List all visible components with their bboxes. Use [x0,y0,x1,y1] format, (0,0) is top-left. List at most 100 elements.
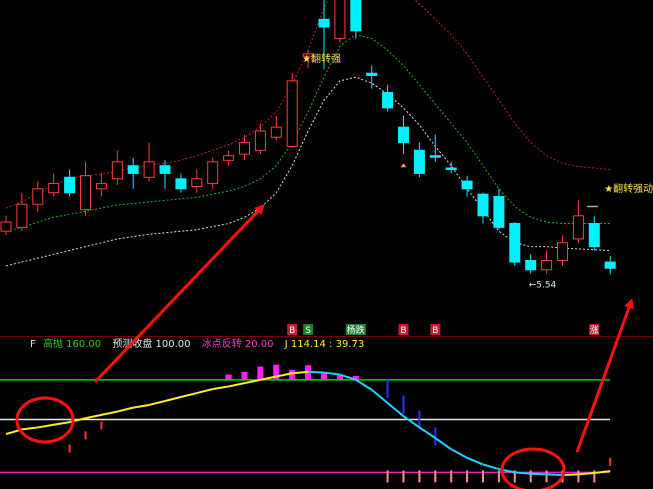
j-line-segment [562,473,579,477]
indicator-bar [418,470,421,483]
indicator-bar [386,379,389,398]
candle-up [0,221,12,232]
candle-up [191,178,203,188]
reversal-strong-move-label: ★翻转强动 [604,182,653,195]
indicator-bar [577,470,580,483]
j-line-segment [466,456,484,466]
candle-down [159,165,171,174]
candle-up [48,182,60,194]
indicator-bar [497,470,500,483]
indicator-bar [434,427,437,446]
candle-down [127,165,139,174]
candle-down [366,72,378,77]
indicator-bar [241,371,248,380]
indicator-bar [609,457,612,466]
candle-down [318,18,330,28]
indicator-bar [529,470,532,483]
j-line-segment [53,421,70,426]
j-line-segment [386,402,405,417]
candle-down [350,0,362,32]
freezing-reversal-value: 20.00 [244,339,274,350]
candle-down [429,155,441,158]
candle-up [16,203,28,228]
candle-up [557,242,568,262]
candle-up [239,142,250,155]
candle-down [445,167,457,171]
header-item-freezing-reversal: 冰点反转 20.00 [202,339,281,350]
candle-down [525,260,537,271]
indicator-bar [289,369,296,380]
j-line-segment [546,473,563,477]
j-line-segment [371,388,389,404]
j-line-segment [133,403,150,409]
candle-down [382,91,394,109]
j-line-segment [402,415,420,429]
indicator-bar [386,470,389,483]
j-line-segment [355,378,373,391]
candle-down [588,223,600,248]
indicator-bar [482,470,484,483]
header-item-j: J 114.14 : 39.73 [285,339,369,350]
j-line-segment [5,428,23,436]
candle-up [223,155,235,161]
j-line-segment [164,396,182,402]
indicator-bar [84,431,87,440]
indicator-header: F 高抛 160.00 预测收盘 100.00 冰点反转 20.00 J 114… [30,338,372,351]
candle-down [477,193,489,217]
candlestick-price-panel[interactable]: ★翻转强★翻转强动←5.54B S 杨跌 B B 涨 [0,0,653,336]
header-item-high-sell: 高抛 160.00 [43,339,108,350]
candle-up [541,260,553,271]
candle-down [413,149,425,174]
j-line-segment [37,423,54,429]
j-value: 114.14 : 39.73 [290,339,365,350]
candle-up [80,175,91,211]
indicator-bar [450,470,453,483]
signal-badge-text: 杨跌 [347,324,365,336]
j-line-segment [482,463,500,471]
reversal-strong-label: ★翻转强 [302,52,341,65]
candle-down [398,126,409,144]
candle-down [509,223,521,263]
j-line-segment [101,410,118,416]
ma-red-line [5,0,611,209]
predicted-close-value: 100.00 [155,339,191,350]
j-line-segment [514,471,531,475]
low-price-label: ←5.54 [529,281,557,291]
j-line-segment [292,370,309,375]
signal-badge-text: B [432,326,438,336]
candle-up [143,161,155,178]
indicator-bar [402,470,405,483]
candle-up [286,80,298,147]
j-line-segment [450,448,468,459]
j-line-segment [228,382,245,388]
kdj-indicator-panel[interactable] [0,352,653,489]
candle-up [254,130,266,151]
indicator-bar [257,366,264,380]
candle-up [270,126,282,138]
indicator-bar [545,470,548,483]
indicator-bar [225,374,232,380]
high-sell-label: 高抛 [42,339,63,350]
signal-badge-text: B [289,326,295,336]
small-up-marker [400,163,407,168]
indicator-prefix: F [30,339,36,350]
header-item-predicted-close: 预测收盘 100.00 [112,339,197,350]
j-line-segment [21,426,38,431]
candle-up [95,182,107,190]
j-line-segment [418,426,436,439]
j-line-segment [308,370,325,374]
indicator-bar [100,421,103,430]
freezing-reversal-label: 冰点反转 [201,339,242,350]
j-line-segment [148,400,166,406]
j-line-segment [434,437,452,451]
panel-divider[interactable] [0,336,653,337]
candle-up [572,215,584,240]
j-line-segment [212,385,229,391]
j-line-segment [530,472,547,476]
signal-badge-text: 涨 [590,325,599,336]
stock-chart-window: ★翻转强 ★翻转强动 ←5.54 B S 杨跌 B B 涨 F 高抛 160.00 预测收盘 1… [0,0,653,489]
candle-down [175,178,187,190]
indicator-bar [321,373,327,380]
indicator-bar [561,470,564,483]
signal-badge-text: B [400,326,406,336]
